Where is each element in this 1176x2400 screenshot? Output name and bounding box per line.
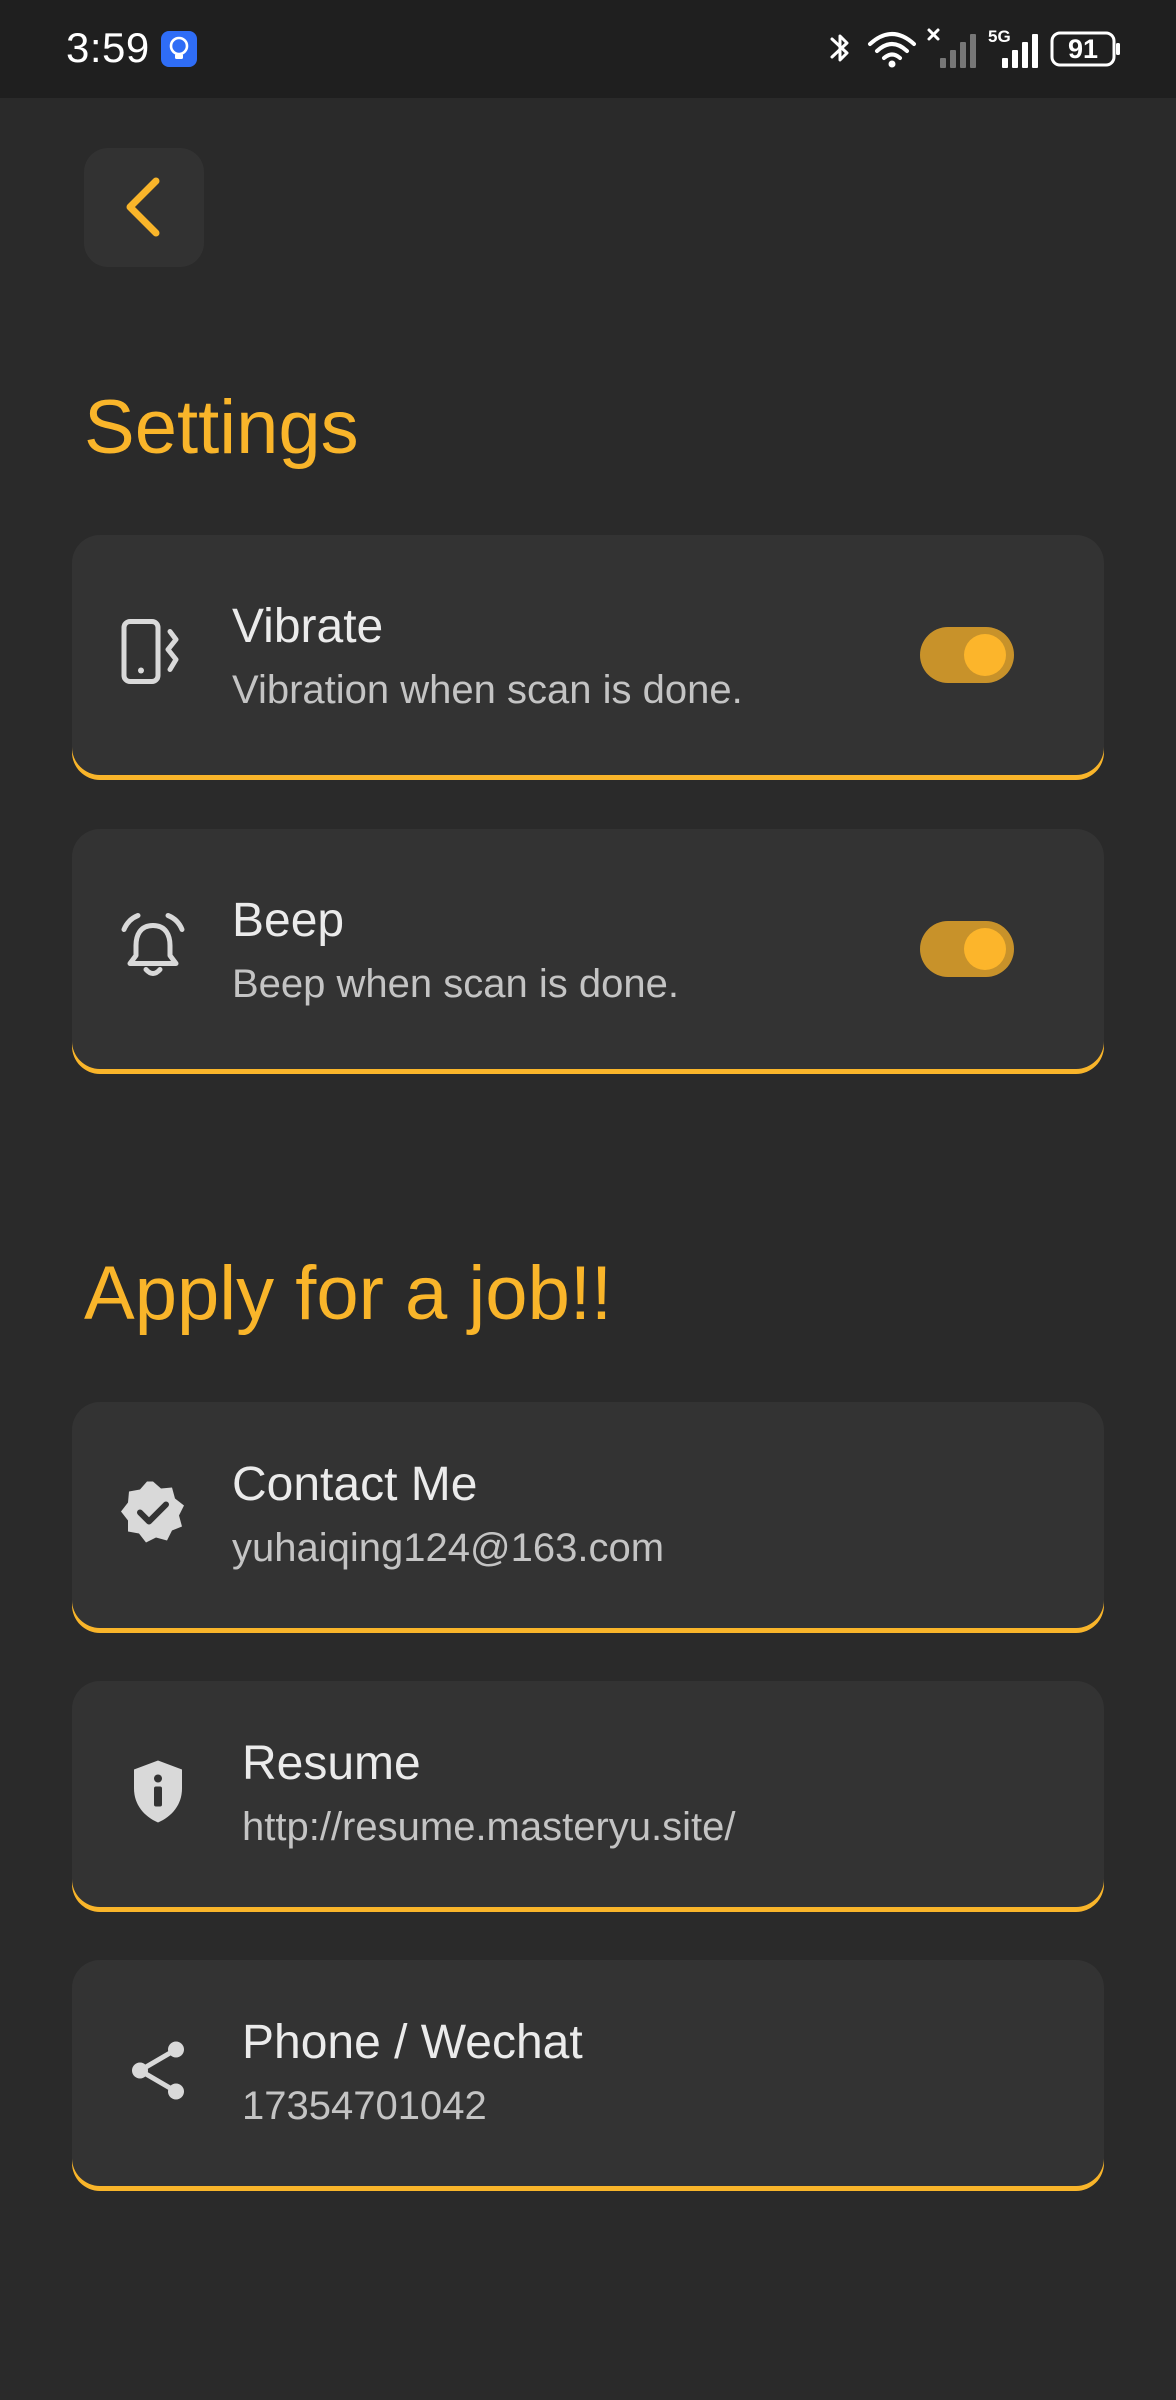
resume-card[interactable]: Resume http://resume.masteryu.site/ [72,1681,1104,1907]
apply-title: Apply for a job!! [84,1251,613,1336]
resume-link[interactable]: http://resume.masteryu.site/ [242,1807,736,1847]
battery-level: 91 [1067,34,1099,64]
signal-5g-label: 5G [988,27,1011,46]
vibrate-toggle[interactable] [920,627,1014,683]
verified-badge-icon [118,1478,188,1553]
contact-me-email: yuhaiqing124@163.com [232,1526,665,1570]
beep-toggle-knob [964,928,1006,970]
wifi-icon [866,26,918,77]
signal-5g-icon: 5G [988,26,1042,77]
vibrate-card[interactable]: Vibrate Vibration when scan is done. [72,535,1104,775]
signal-off-icon [926,26,980,77]
alarm-bell-icon [118,912,188,987]
phone-vibrate-icon [118,618,188,693]
beep-card[interactable]: Beep Beep when scan is done. [72,829,1104,1069]
contact-me-title: Contact Me [232,1458,478,1511]
back-button[interactable] [84,148,204,267]
vibrate-title: Vibrate [232,600,384,653]
info-shield-icon [128,1757,188,1832]
beep-title: Beep [232,894,345,947]
vibrate-subtitle: Vibration when scan is done. [232,668,743,712]
contact-me-card[interactable]: Contact Me yuhaiqing124@163.com [72,1402,1104,1628]
app-notification-icon [161,31,197,67]
battery-icon: 91 [1050,30,1122,73]
beep-toggle[interactable] [920,921,1014,977]
share-icon [124,2036,194,2111]
chevron-left-icon [126,177,160,237]
status-time: 3:59 [66,24,150,71]
vibrate-toggle-knob [964,634,1006,676]
settings-title: Settings [84,385,359,470]
resume-title: Resume [242,1737,421,1790]
phone-number[interactable]: 17354701042 [242,2086,487,2126]
phone-wechat-card[interactable]: Phone / Wechat 17354701042 [72,1960,1104,2186]
bluetooth-icon [826,26,854,77]
beep-subtitle: Beep when scan is done. [232,962,679,1006]
phone-wechat-title: Phone / Wechat [242,2016,583,2069]
status-bar: 3:59 5G 91 [0,0,1176,98]
